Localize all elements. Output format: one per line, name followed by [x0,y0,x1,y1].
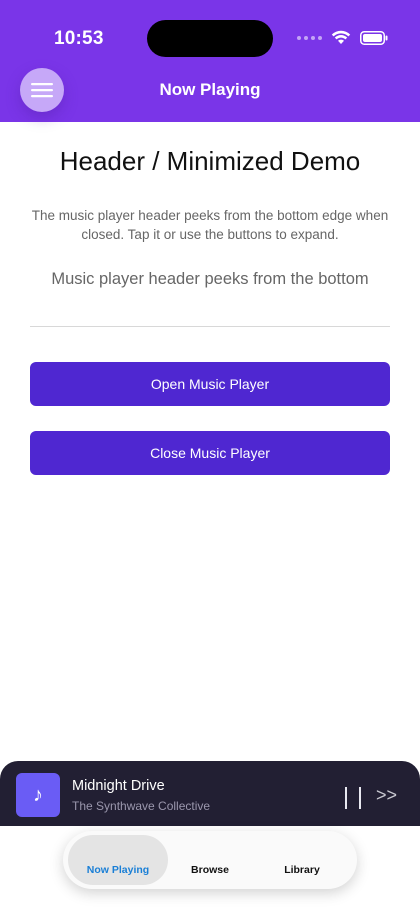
nav-title: Now Playing [159,80,261,99]
track-title: Midnight Drive [72,778,165,794]
status-time: 10:53 [54,28,104,49]
next-track-button[interactable]: >> [376,785,397,806]
battery-icon [360,30,388,45]
music-note-icon: ♪ [16,773,60,817]
tab-now-playing[interactable]: Now Playing [68,835,168,885]
player-status-text: Music player header peeks from the botto… [51,270,369,288]
page-description: The music player header peeks from the b… [31,208,389,242]
page-title: Header / Minimized Demo [59,146,361,176]
track-artist: The Synthwave Collective [72,799,211,813]
pause-button[interactable] [345,787,361,809]
wifi-icon [331,30,351,45]
pause-icon [345,787,347,809]
open-music-player-button[interactable]: Open Music Player [30,362,390,406]
tab-library[interactable]: Library [254,835,350,885]
tab-browse[interactable]: Browse [162,835,258,885]
top-header-bar [0,0,420,122]
divider [30,326,390,327]
mini-music-player[interactable]: ♪ Midnight Drive The Synthwave Collectiv… [0,761,420,833]
status-icons [297,30,388,45]
dynamic-island [147,20,273,57]
cellular-signal-icon [297,35,322,40]
close-music-player-button[interactable]: Close Music Player [30,431,390,475]
